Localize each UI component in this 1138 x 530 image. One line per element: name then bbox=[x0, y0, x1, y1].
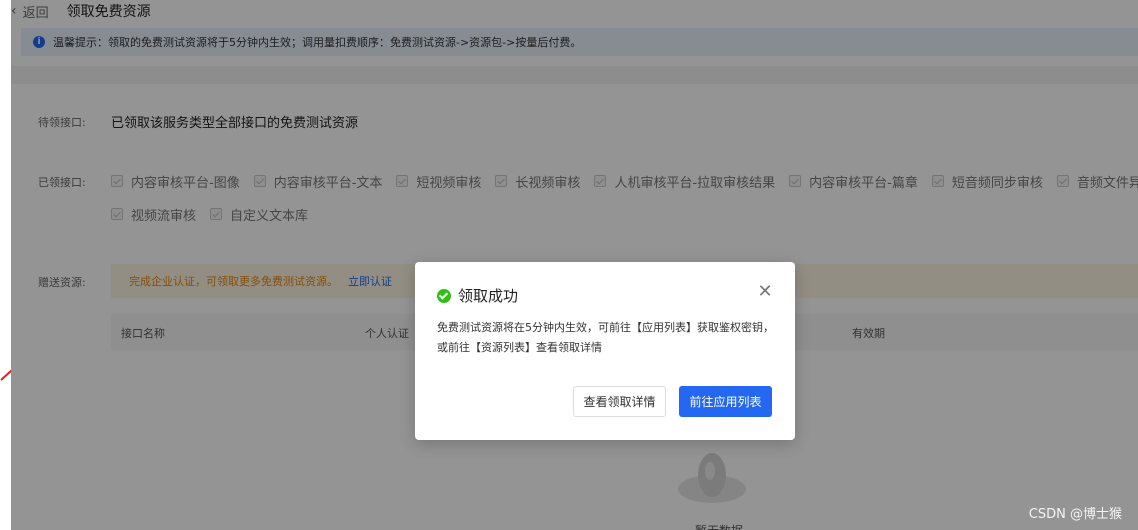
dialog-header: 领取成功 bbox=[437, 285, 518, 306]
success-dialog: 领取成功 ✕ 免费测试资源将在5分钟内生效，可前往【应用列表】获取鉴权密钥，或前… bbox=[415, 262, 795, 440]
view-details-button[interactable]: 查看领取详情 bbox=[573, 386, 666, 417]
go-to-app-list-button[interactable]: 前往应用列表 bbox=[679, 386, 772, 417]
dialog-title: 领取成功 bbox=[458, 287, 519, 305]
success-check-icon bbox=[437, 288, 451, 303]
watermark: CSDN @博士猴 bbox=[1028, 507, 1122, 522]
left-edge bbox=[0, 0, 11, 530]
close-icon[interactable]: ✕ bbox=[757, 283, 773, 301]
dialog-message: 免费测试资源将在5分钟内生效，可前往【应用列表】获取鉴权密钥，或前往【资源列表】… bbox=[437, 321, 774, 354]
